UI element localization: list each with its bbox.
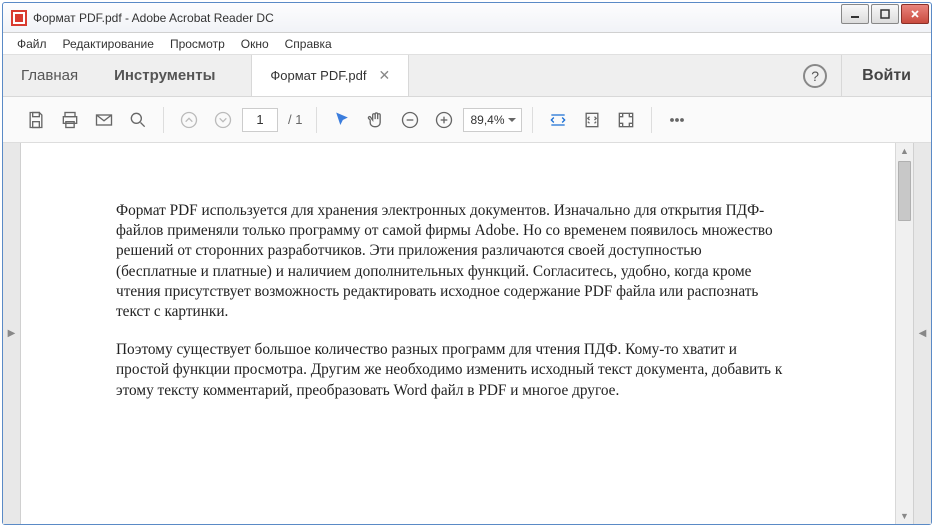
right-panel-toggle[interactable]: ◀ — [913, 143, 931, 524]
scroll-up-icon[interactable]: ▲ — [896, 143, 913, 159]
document-paragraph: Поэтому существует большое количество ра… — [116, 340, 786, 401]
zoom-in-icon[interactable] — [429, 105, 459, 135]
page-total-label: / 1 — [288, 112, 302, 127]
minimize-button[interactable] — [841, 4, 869, 24]
hand-tool-icon[interactable] — [361, 105, 391, 135]
app-window: Формат PDF.pdf - Adobe Acrobat Reader DC… — [2, 2, 932, 525]
signin-button[interactable]: Войти — [841, 55, 931, 96]
page-number-input[interactable] — [242, 108, 278, 132]
save-icon[interactable] — [21, 105, 51, 135]
content-area: ▶ Формат PDF используется для хранения э… — [3, 143, 931, 524]
document-paragraph: Формат PDF используется для хранения эле… — [116, 201, 786, 322]
close-button[interactable] — [901, 4, 929, 24]
toolbar: / 1 89,4% — [3, 97, 931, 143]
tab-document[interactable]: Формат PDF.pdf ✕ — [251, 55, 409, 96]
page-down-icon[interactable] — [208, 105, 238, 135]
help-button[interactable]: ? — [803, 64, 827, 88]
scroll-down-icon[interactable]: ▼ — [896, 508, 913, 524]
selection-tool-icon[interactable] — [327, 105, 357, 135]
scroll-thumb[interactable] — [898, 161, 911, 221]
menu-view[interactable]: Просмотр — [162, 35, 233, 53]
app-icon — [11, 10, 27, 26]
tab-home[interactable]: Главная — [3, 55, 96, 96]
tab-close-icon[interactable]: ✕ — [378, 67, 390, 84]
menu-help[interactable]: Справка — [277, 35, 340, 53]
zoom-select[interactable]: 89,4% — [463, 108, 521, 132]
window-controls — [841, 3, 931, 32]
titlebar: Формат PDF.pdf - Adobe Acrobat Reader DC — [3, 3, 931, 33]
search-icon[interactable] — [123, 105, 153, 135]
vertical-scrollbar[interactable]: ▲ ▼ — [895, 143, 913, 524]
maximize-button[interactable] — [871, 4, 899, 24]
print-icon[interactable] — [55, 105, 85, 135]
menubar: Файл Редактирование Просмотр Окно Справк… — [3, 33, 931, 55]
page-up-icon[interactable] — [174, 105, 204, 135]
email-icon[interactable] — [89, 105, 119, 135]
zoom-out-icon[interactable] — [395, 105, 425, 135]
menu-window[interactable]: Окно — [233, 35, 277, 53]
fit-page-icon[interactable] — [577, 105, 607, 135]
document-viewport[interactable]: Формат PDF используется для хранения эле… — [21, 143, 895, 524]
fullscreen-icon[interactable] — [611, 105, 641, 135]
menu-edit[interactable]: Редактирование — [55, 35, 162, 53]
tab-row: Главная Инструменты Формат PDF.pdf ✕ ? В… — [3, 55, 931, 97]
more-tools-icon[interactable] — [662, 105, 692, 135]
window-title: Формат PDF.pdf - Adobe Acrobat Reader DC — [33, 11, 841, 25]
menu-file[interactable]: Файл — [9, 35, 55, 53]
tab-tools[interactable]: Инструменты — [96, 55, 233, 96]
tab-document-label: Формат PDF.pdf — [270, 68, 366, 83]
fit-width-icon[interactable] — [543, 105, 573, 135]
left-panel-toggle[interactable]: ▶ — [3, 143, 21, 524]
